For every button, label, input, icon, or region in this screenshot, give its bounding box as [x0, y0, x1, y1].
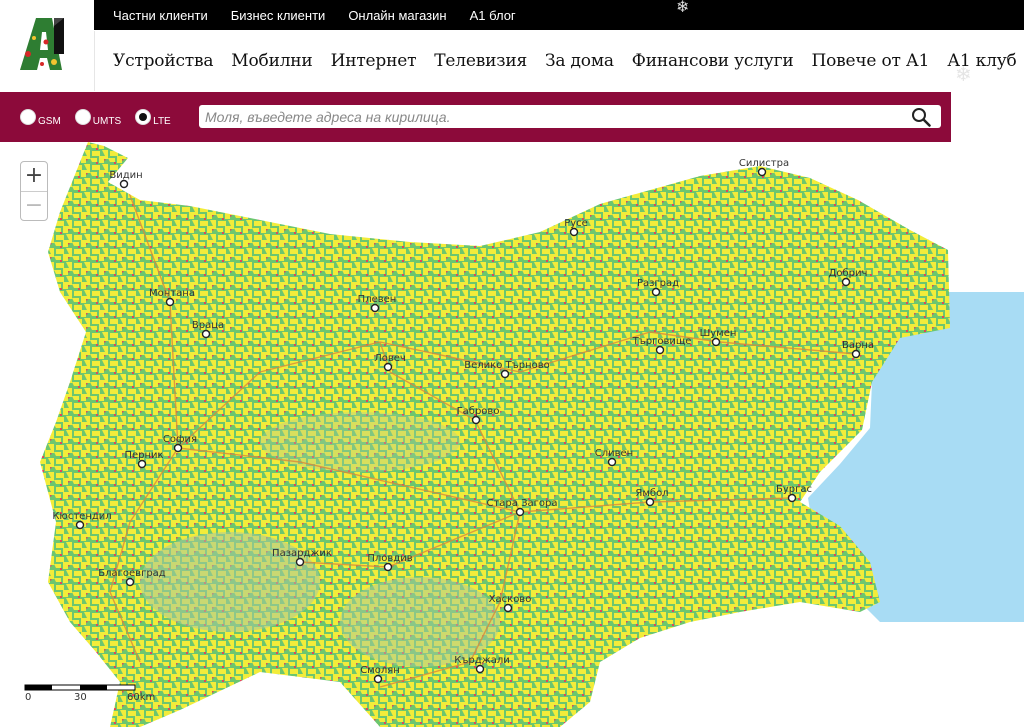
radio-lte-label: LTE [153, 116, 171, 127]
city-label: Видин [109, 170, 142, 181]
city-label: Кърджали [454, 655, 509, 666]
radio-gsm-indicator[interactable] [20, 109, 36, 125]
city-marker [645, 497, 655, 507]
city-marker [711, 337, 721, 347]
city-label: Плевен [358, 294, 397, 305]
coverage-map[interactable]: Видин Силистра Монтана Русе Враца Плевен Разгр… [0, 142, 1024, 727]
scale-label: 60km [127, 692, 155, 703]
city-marker [373, 674, 383, 684]
city-label: Враца [192, 320, 224, 331]
city-marker [607, 457, 617, 467]
city-marker [165, 297, 175, 307]
city-marker [500, 369, 510, 379]
address-search-input[interactable] [203, 105, 897, 128]
city-marker [655, 345, 665, 355]
zoom-in-button[interactable]: + [21, 162, 47, 191]
city-marker [651, 287, 661, 297]
main-navigation: Устройства Мобилни Интернет Телевизия За… [94, 31, 1024, 91]
topnav-a1-blog[interactable]: А1 блог [470, 8, 516, 23]
coverage-map-canvas[interactable]: Видин Силистра Монтана Русе Враца Плевен Разгр… [0, 142, 1024, 727]
radio-lte-indicator[interactable] [135, 109, 152, 125]
city-marker [503, 603, 513, 613]
city-label: Ямбол [635, 488, 668, 499]
city-label: Кюстендил [52, 511, 111, 522]
map-scale-bar: 0 30 60km [24, 684, 155, 703]
mountain-shading [260, 412, 460, 472]
city-marker [569, 227, 579, 237]
nav-a1-club[interactable]: А1 клуб [947, 51, 1017, 71]
city-label: Русе [564, 218, 588, 229]
search-icon[interactable] [911, 107, 931, 127]
city-label: Силистра [739, 158, 789, 169]
city-marker [125, 577, 135, 587]
radio-umts-label: UMTS [92, 116, 122, 127]
city-label: Разград [637, 278, 679, 289]
city-label: Монтана [149, 288, 195, 299]
city-marker [851, 349, 861, 359]
zoom-controls: + − [20, 161, 48, 221]
city-label: Шумен [700, 328, 737, 339]
top-navigation: Частни клиенти Бизнес клиенти Онлайн маг… [94, 0, 1024, 30]
city-marker [471, 415, 481, 425]
city-marker [757, 167, 767, 177]
city-label: Бургас [776, 484, 812, 495]
radio-umts[interactable]: UMTS [74, 109, 122, 127]
nav-mobile[interactable]: Мобилни [231, 51, 312, 71]
city-label: Търговище [632, 336, 692, 347]
address-search [199, 105, 941, 128]
nav-devices[interactable]: Устройства [113, 51, 213, 71]
city-label: София [163, 434, 197, 445]
city-marker [383, 362, 393, 372]
city-marker [370, 303, 380, 313]
city-label: Стара Загора [487, 498, 558, 509]
nav-more-from-a1[interactable]: Повече от А1 [811, 51, 929, 71]
city-marker [475, 664, 485, 674]
mountain-shading [340, 577, 500, 667]
logo-graphic [20, 18, 64, 70]
city-marker [295, 557, 305, 567]
radio-lte[interactable]: LTE [135, 109, 171, 127]
city-label: Сливен [595, 448, 633, 459]
scale-label: 0 [25, 692, 31, 703]
city-label: Габрово [457, 406, 500, 417]
city-marker [137, 459, 147, 469]
city-label: Перник [124, 450, 163, 461]
city-label: Пазарджик [272, 548, 332, 559]
city-marker [173, 443, 183, 453]
nav-television[interactable]: Телевизия [434, 51, 527, 71]
a1-logo[interactable] [16, 14, 78, 72]
mountain-shading [140, 532, 320, 632]
city-label: Велико Търново [464, 360, 549, 371]
city-label: Хасково [489, 594, 532, 605]
topnav-private-clients[interactable]: Частни клиенти [113, 8, 208, 23]
topnav-online-shop[interactable]: Онлайн магазин [348, 8, 446, 23]
scale-label: 30 [74, 692, 87, 703]
city-marker [383, 562, 393, 572]
radio-gsm[interactable]: GSM [20, 109, 61, 127]
city-marker [119, 179, 129, 189]
city-label: Пловдив [367, 553, 412, 564]
city-label: Благоевград [98, 568, 166, 579]
topnav-business-clients[interactable]: Бизнес клиенти [231, 8, 326, 23]
city-label: Ловеч [374, 353, 406, 364]
nav-internet[interactable]: Интернет [331, 51, 417, 71]
city-label: Смолян [360, 665, 400, 676]
snowflake-icon: ❄ [676, 0, 690, 16]
zoom-out-button[interactable]: − [21, 191, 47, 221]
nav-home[interactable]: За дома [545, 51, 614, 71]
city-marker [841, 277, 851, 287]
radio-umts-indicator[interactable] [74, 109, 91, 125]
city-label: Добрич [829, 268, 868, 279]
city-marker [201, 329, 211, 339]
city-label: Варна [842, 340, 874, 351]
radio-gsm-label: GSM [38, 116, 61, 127]
coverage-search-bar: GSM UMTS LTE [0, 92, 951, 142]
nav-financial-services[interactable]: Финансови услуги [632, 51, 794, 71]
city-marker [515, 507, 525, 517]
city-marker [787, 493, 797, 503]
city-marker [75, 520, 85, 530]
